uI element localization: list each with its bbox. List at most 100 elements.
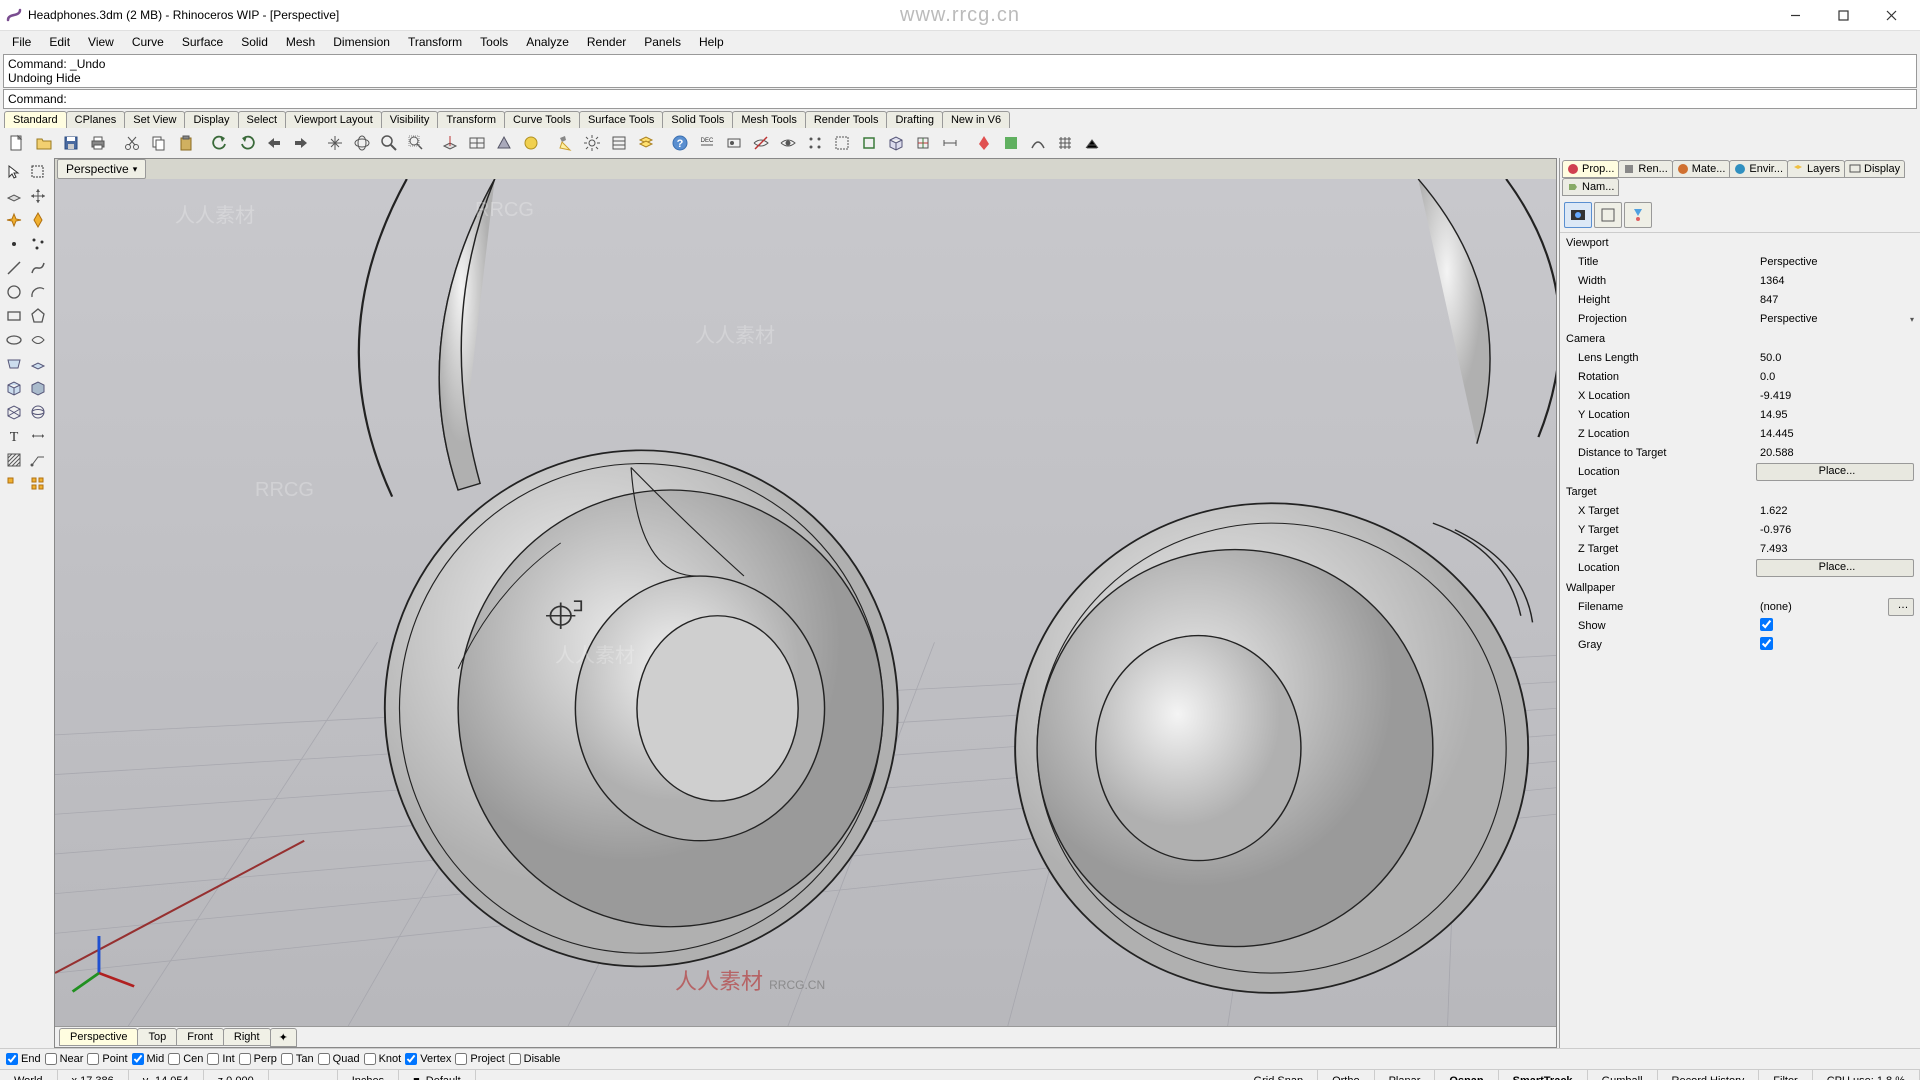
tab-cplanes[interactable]: CPlanes xyxy=(66,111,126,128)
open-icon[interactable] xyxy=(31,131,57,155)
show-icon[interactable] xyxy=(775,131,801,155)
print-icon[interactable] xyxy=(85,131,111,155)
menu-view[interactable]: View xyxy=(80,32,122,52)
status-toggle-ortho[interactable]: Ortho xyxy=(1318,1070,1375,1080)
menu-dimension[interactable]: Dimension xyxy=(325,32,398,52)
polygon-icon[interactable] xyxy=(26,304,50,328)
osnap-vertex[interactable]: Vertex xyxy=(405,1053,451,1065)
tab-surfacetools[interactable]: Surface Tools xyxy=(579,111,663,128)
length-icon[interactable] xyxy=(937,131,963,155)
property-place-button[interactable]: Place... xyxy=(1756,559,1914,577)
render-icon[interactable] xyxy=(518,131,544,155)
browse-button[interactable]: … xyxy=(1888,598,1914,616)
dim-icon[interactable] xyxy=(26,424,50,448)
shade-icon[interactable] xyxy=(491,131,517,155)
osnap-checkbox[interactable] xyxy=(45,1053,57,1065)
mode-material-icon[interactable] xyxy=(1624,202,1652,228)
view-tab-top[interactable]: Top xyxy=(137,1028,177,1046)
status-toggle-gumball[interactable]: Gumball xyxy=(1588,1070,1658,1080)
osnap-checkbox[interactable] xyxy=(318,1053,330,1065)
move-tool-icon[interactable] xyxy=(26,184,50,208)
tab-select[interactable]: Select xyxy=(238,111,287,128)
tab-meshtools[interactable]: Mesh Tools xyxy=(732,111,805,128)
curve2-icon[interactable] xyxy=(26,328,50,352)
mesh2-icon[interactable] xyxy=(26,400,50,424)
options-icon[interactable] xyxy=(579,131,605,155)
color2-icon[interactable] xyxy=(998,131,1024,155)
view-tab-add[interactable]: ✦ xyxy=(270,1028,297,1047)
osnap-point[interactable]: Point xyxy=(87,1053,127,1065)
osnap-checkbox[interactable] xyxy=(132,1053,144,1065)
viewport-label-tab[interactable]: Perspective ▾ xyxy=(57,159,146,179)
osnap-mid[interactable]: Mid xyxy=(132,1053,165,1065)
panel-tab-environment[interactable]: Envir... xyxy=(1729,160,1788,178)
box-tool-icon[interactable] xyxy=(2,376,26,400)
color1-icon[interactable] xyxy=(971,131,997,155)
property-value[interactable]: 1364 xyxy=(1756,275,1920,287)
menu-panels[interactable]: Panels xyxy=(636,32,689,52)
analyze-icon[interactable] xyxy=(910,131,936,155)
select-points-icon[interactable] xyxy=(802,131,828,155)
command-line[interactable]: Command: xyxy=(3,89,1917,109)
rect-icon[interactable] xyxy=(2,304,26,328)
mesh-tool-icon[interactable] xyxy=(2,400,26,424)
menu-help[interactable]: Help xyxy=(691,32,732,52)
osnap-tan[interactable]: Tan xyxy=(281,1053,314,1065)
command-input[interactable] xyxy=(70,91,1912,107)
save-icon[interactable] xyxy=(58,131,84,155)
status-toggle-gridsnap[interactable]: Grid Snap xyxy=(1240,1070,1319,1080)
menu-tools[interactable]: Tools xyxy=(472,32,516,52)
line-icon[interactable] xyxy=(2,256,26,280)
panel-tab-layers[interactable]: Layers xyxy=(1787,160,1845,178)
osnap-int[interactable]: Int xyxy=(207,1053,234,1065)
status-toggle-planar[interactable]: Planar xyxy=(1375,1070,1436,1080)
menu-render[interactable]: Render xyxy=(579,32,634,52)
property-value[interactable]: 847 xyxy=(1756,294,1920,306)
osnap-project[interactable]: Project xyxy=(455,1053,504,1065)
status-coordsys[interactable]: World xyxy=(0,1070,58,1080)
status-units[interactable]: Inches xyxy=(338,1070,399,1080)
copy-icon[interactable] xyxy=(146,131,172,155)
curve-icon[interactable] xyxy=(1025,131,1051,155)
cplane-tool-icon[interactable] xyxy=(2,184,26,208)
dropdown-icon[interactable]: ▾ xyxy=(1910,315,1914,324)
osnap-cen[interactable]: Cen xyxy=(168,1053,203,1065)
dec-icon[interactable]: DEC xyxy=(694,131,720,155)
box-icon[interactable] xyxy=(883,131,909,155)
menu-surface[interactable]: Surface xyxy=(174,32,231,52)
status-toggle-recordhistory[interactable]: Record History xyxy=(1658,1070,1760,1080)
points-icon[interactable] xyxy=(26,232,50,256)
status-toggle-osnap[interactable]: Osnap xyxy=(1435,1070,1498,1080)
ellipse-icon[interactable] xyxy=(2,328,26,352)
property-checkbox[interactable] xyxy=(1760,637,1773,650)
point-icon[interactable] xyxy=(2,232,26,256)
osnap-checkbox[interactable] xyxy=(509,1053,521,1065)
osnap-near[interactable]: Near xyxy=(45,1053,84,1065)
pan-icon[interactable] xyxy=(322,131,348,155)
osnap-checkbox[interactable] xyxy=(364,1053,376,1065)
tab-newinv6[interactable]: New in V6 xyxy=(942,111,1010,128)
text-icon[interactable]: T xyxy=(2,424,26,448)
status-toggle-smarttrack[interactable]: SmartTrack xyxy=(1499,1070,1588,1080)
close-button[interactable] xyxy=(1868,0,1914,30)
menu-analyze[interactable]: Analyze xyxy=(518,32,577,52)
menu-curve[interactable]: Curve xyxy=(124,32,172,52)
view-tab-right[interactable]: Right xyxy=(223,1028,271,1046)
dupborder-icon[interactable] xyxy=(856,131,882,155)
tab-display[interactable]: Display xyxy=(184,111,238,128)
panel-tab-named[interactable]: Nam... xyxy=(1562,178,1619,196)
redo-icon[interactable] xyxy=(234,131,260,155)
menu-solid[interactable]: Solid xyxy=(233,32,276,52)
osnap-quad[interactable]: Quad xyxy=(318,1053,360,1065)
properties-icon[interactable] xyxy=(606,131,632,155)
property-checkbox[interactable] xyxy=(1760,618,1773,631)
osnap-end[interactable]: End xyxy=(6,1053,41,1065)
cplane-icon[interactable] xyxy=(437,131,463,155)
tab-viewportlayout[interactable]: Viewport Layout xyxy=(285,111,382,128)
property-value[interactable]: 50.0 xyxy=(1756,352,1920,364)
paste-icon[interactable] xyxy=(173,131,199,155)
tab-rendertools[interactable]: Render Tools xyxy=(805,111,888,128)
new-icon[interactable] xyxy=(4,131,30,155)
status-toggle-filter[interactable]: Filter xyxy=(1759,1070,1812,1080)
property-value[interactable]: 20.588 xyxy=(1756,447,1920,459)
